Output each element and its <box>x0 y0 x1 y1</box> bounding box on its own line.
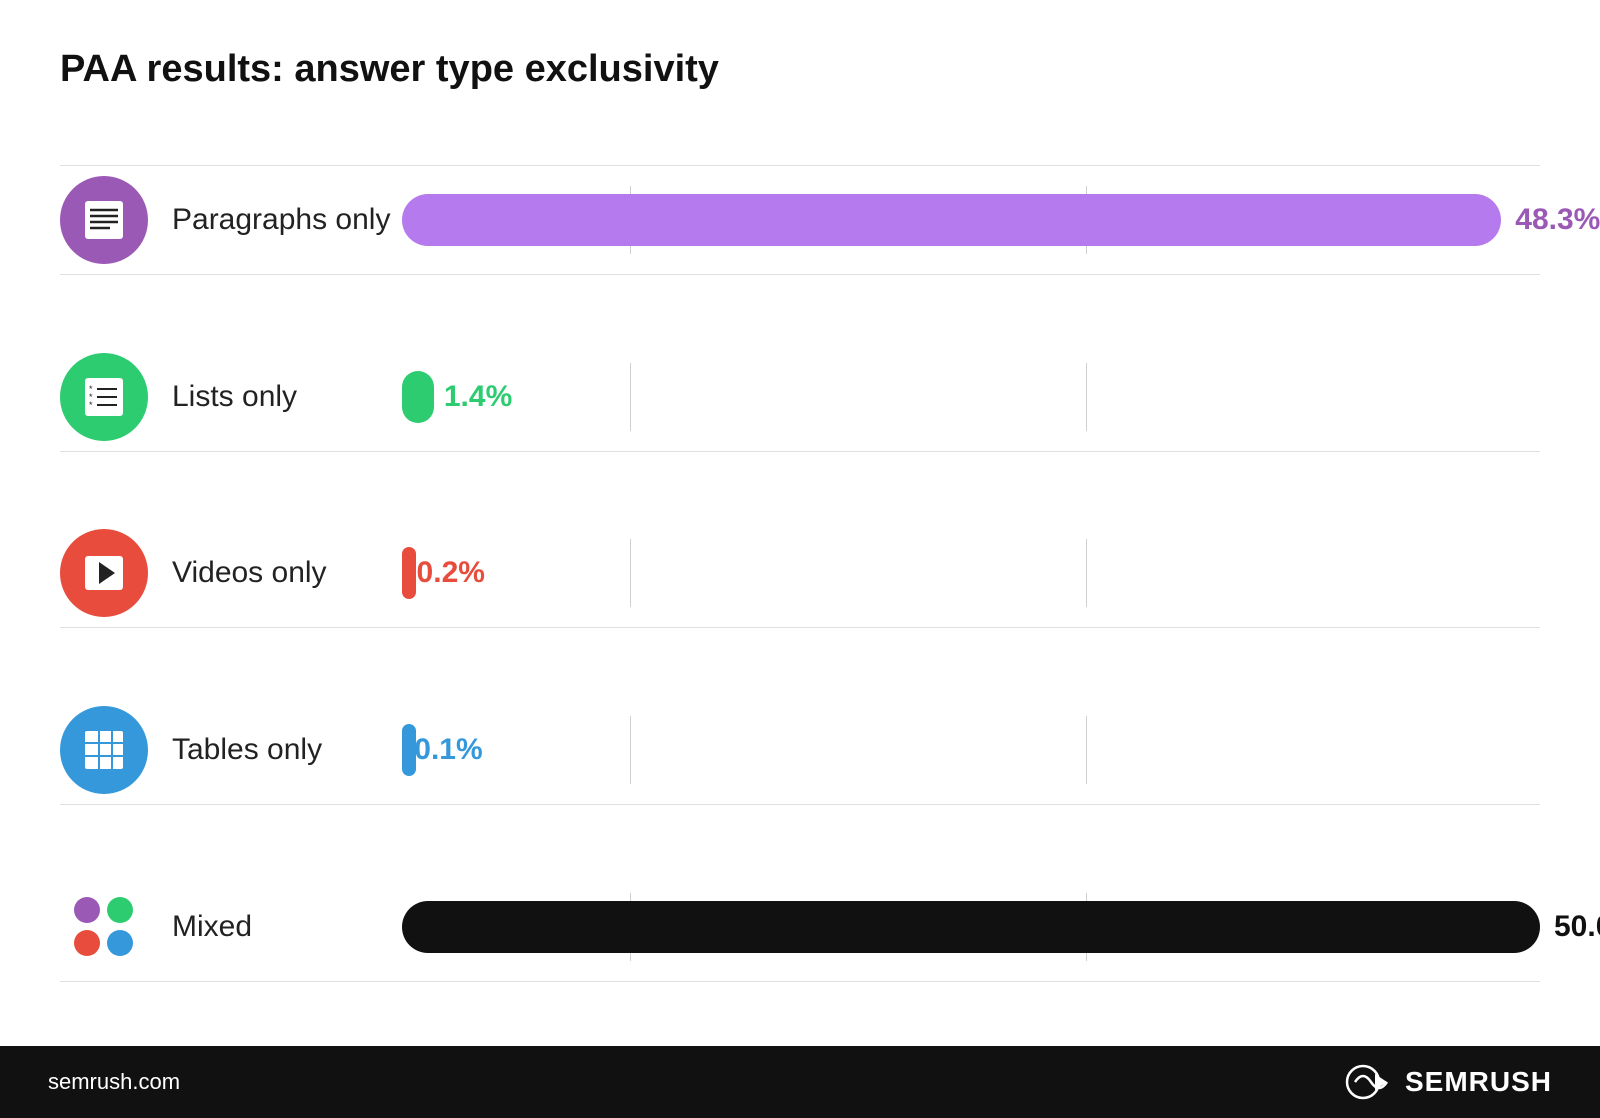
value-mixed: 50.0% <box>1554 910 1600 944</box>
icon-mixed <box>60 883 148 971</box>
bar-paragraphs: 48.3% <box>402 194 1501 246</box>
semrush-icon <box>1345 1064 1395 1100</box>
grid-line-1 <box>630 363 631 431</box>
value-lists: 1.4% <box>444 380 512 414</box>
value-tables: 0.1% <box>414 733 482 767</box>
videos-svg <box>77 546 131 600</box>
bar-row-mixed: Mixed 50.0% <box>60 873 1540 982</box>
bar-row-videos: Videos only 0.2% <box>60 519 1540 628</box>
bar-row-lists: * * * Lists only 1.4% <box>60 343 1540 452</box>
icon-paragraphs <box>60 176 148 264</box>
mixed-dot-purple <box>74 897 100 923</box>
icon-tables <box>60 706 148 794</box>
label-videos: Videos only <box>172 555 392 591</box>
semrush-logo: SEMRUSH <box>1345 1064 1552 1100</box>
main-content: PAA results: answer type exclusivity Par… <box>0 0 1600 1046</box>
grid-lines <box>402 363 1540 431</box>
label-tables: Tables only <box>172 732 392 768</box>
bar-lists <box>402 371 434 423</box>
icon-videos <box>60 529 148 617</box>
grid-lines <box>402 716 1540 784</box>
grid-line-2 <box>1086 363 1087 431</box>
chart-area: Paragraphs only 48.3% * * * Lists only 1.4… <box>60 131 1540 1016</box>
bar-container-mixed: 50.0% <box>402 893 1540 961</box>
bar-container-tables: 0.1% <box>402 716 1540 784</box>
bar-row-paragraphs: Paragraphs only 48.3% <box>60 165 1540 275</box>
grid-line-2 <box>1086 539 1087 607</box>
grid-line-2 <box>1086 716 1087 784</box>
bar-tables <box>402 724 416 776</box>
value-paragraphs: 48.3% <box>1515 203 1600 237</box>
bar-videos <box>402 547 416 599</box>
bar-container-videos: 0.2% <box>402 539 1540 607</box>
semrush-brand-text: SEMRUSH <box>1405 1066 1552 1098</box>
bar-row-tables: Tables only 0.1% <box>60 696 1540 805</box>
paragraphs-svg <box>77 193 131 247</box>
icon-lists: * * * <box>60 353 148 441</box>
value-videos: 0.2% <box>417 556 485 590</box>
footer-url: semrush.com <box>48 1069 180 1095</box>
bar-container-paragraphs: 48.3% <box>402 186 1540 254</box>
footer: semrush.com SEMRUSH <box>0 1046 1600 1118</box>
chart-title: PAA results: answer type exclusivity <box>60 48 1540 91</box>
grid-line-1 <box>630 539 631 607</box>
mixed-dot-green <box>107 897 133 923</box>
svg-text:*: * <box>89 400 93 410</box>
mixed-dot-red <box>74 930 100 956</box>
label-lists: Lists only <box>172 379 392 415</box>
label-paragraphs: Paragraphs only <box>172 202 392 238</box>
label-mixed: Mixed <box>172 909 392 945</box>
tables-svg <box>77 723 131 777</box>
grid-lines <box>402 539 1540 607</box>
bar-container-lists: 1.4% <box>402 363 1540 431</box>
lists-svg: * * * <box>77 370 131 424</box>
bar-mixed: 50.0% <box>402 901 1540 953</box>
mixed-dot-blue <box>107 930 133 956</box>
mixed-dots <box>74 897 134 957</box>
grid-line-1 <box>630 716 631 784</box>
